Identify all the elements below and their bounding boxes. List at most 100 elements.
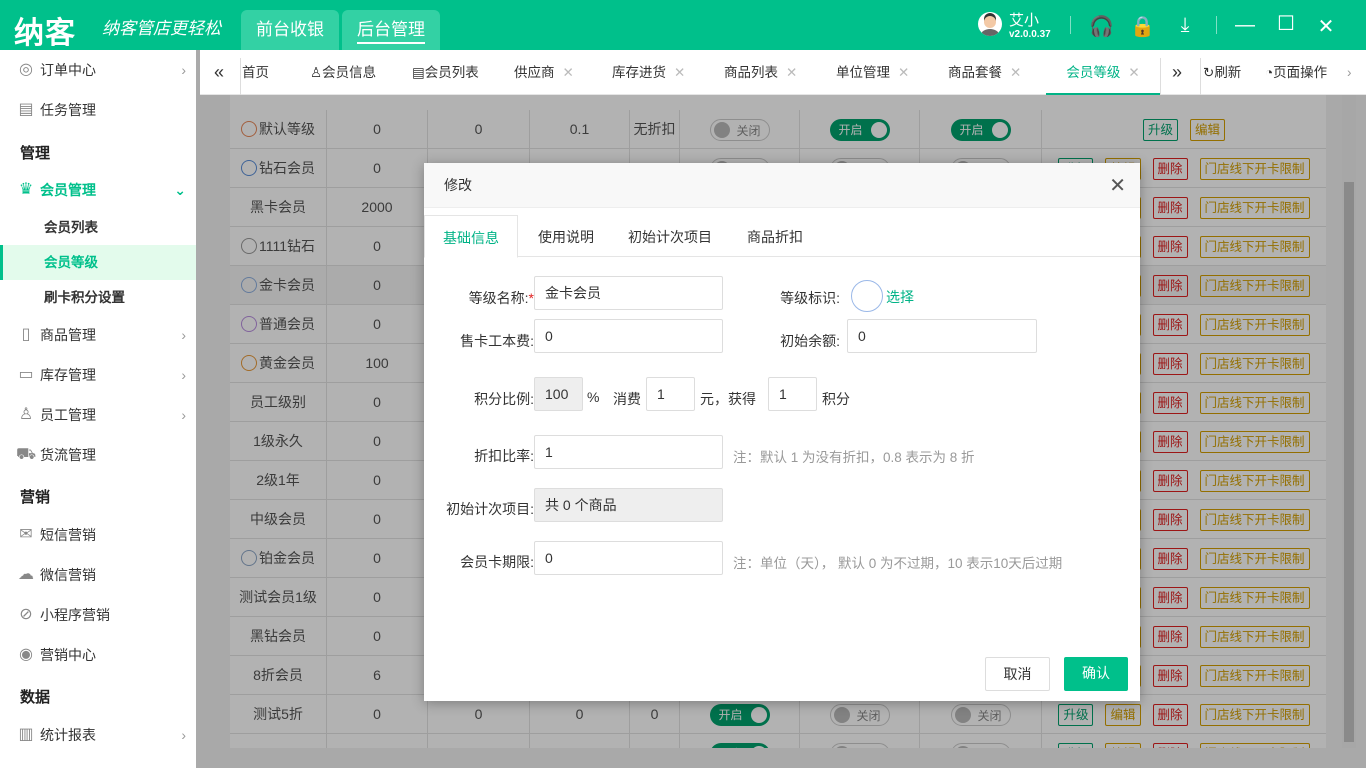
sidebar-item-wechat[interactable]: ☁ 微信营销	[0, 555, 196, 595]
level-badge-icon	[851, 280, 883, 312]
validity-input[interactable]: 0	[534, 541, 723, 575]
goods-icon: ▯	[21, 326, 31, 343]
card-fee-input[interactable]: 0	[534, 319, 723, 353]
label: 订单中心	[40, 62, 96, 78]
tab-4[interactable]: 库存进货 ✕	[612, 50, 685, 95]
close-icon[interactable]: ✕	[1109, 173, 1126, 198]
validity-label: 会员卡期限:	[460, 554, 534, 570]
sidebar-item-inventory[interactable]: ▭ 库存管理 ›	[0, 355, 196, 395]
tab-goods-discount[interactable]: 商品折扣	[747, 215, 803, 257]
page-tabs: « 首页 ♙会员信息 ▤会员列表 供应商 ✕ 库存进货 ✕ 商品列表 ✕ 单位管理 ✕ 商品套餐 ✕ 会员…	[200, 50, 1366, 95]
minimize-icon[interactable]: —	[1233, 14, 1257, 37]
refresh-button[interactable]: ↻刷新	[1203, 50, 1241, 95]
page-ops-button[interactable]: ◔页面操作	[1265, 50, 1327, 95]
spend-input[interactable]: 1	[646, 377, 695, 411]
close-icon[interactable]: ✕	[1314, 14, 1338, 39]
dialog-title: 修改	[424, 163, 1140, 208]
points-input[interactable]: 1	[768, 377, 817, 411]
label: 小程序营销	[40, 607, 110, 623]
mail-icon: ✉	[19, 526, 33, 543]
divider	[1070, 16, 1071, 34]
sidebar-item-staff[interactable]: ♙ 员工管理 ›	[0, 395, 196, 435]
list-icon: ▤	[412, 65, 425, 80]
close-tab-icon[interactable]: ✕	[674, 65, 685, 80]
tab-back-office[interactable]: 后台管理	[342, 10, 440, 50]
miniprogram-icon: ⊘	[19, 606, 33, 623]
app-header: 纳客 纳客管店更轻松 前台收银 后台管理 艾小 v2.0.0.37 🎧 🔒 ⤓ …	[0, 0, 1366, 50]
dialog-tabs: 基础信息 使用说明 初始计次项目 商品折扣	[424, 215, 1140, 258]
discount-note: 注：默认 1 为没有折扣，0.8 表示为 8 折	[733, 450, 975, 465]
level-name-label: 等级名称:*	[454, 288, 534, 308]
sidebar-item-logistics[interactable]: ⛟ 货流管理	[0, 435, 196, 475]
sidebar-item-orders[interactable]: ◎ 订单中心 ›	[0, 50, 196, 90]
tab-basic-info[interactable]: 基础信息	[424, 215, 518, 258]
init-balance-input[interactable]: 0	[847, 319, 1037, 353]
tab-label: 会员等级	[1066, 65, 1121, 80]
level-icon-label: 等级标识:	[780, 290, 840, 306]
sidebar-sub-member-list[interactable]: 会员列表	[0, 210, 196, 245]
tab-5[interactable]: 商品列表 ✕	[724, 50, 797, 95]
label: 统计报表	[40, 727, 96, 743]
count-items-label: 初始计次项目:	[446, 501, 534, 517]
yuan-get-label: 元，获得	[700, 391, 756, 407]
label: 营销中心	[40, 647, 96, 663]
tab-usage[interactable]: 使用说明	[538, 215, 594, 257]
sidebar-item-reports[interactable]: ▥ 统计报表 ›	[0, 715, 196, 755]
tab-0[interactable]: 首页	[242, 50, 269, 95]
group-marketing: 营销	[20, 489, 51, 506]
tab-3[interactable]: 供应商 ✕	[514, 50, 574, 95]
inventory-icon: ▭	[18, 366, 34, 383]
tab-1[interactable]: ♙会员信息	[310, 50, 376, 95]
target-icon: ◉	[19, 646, 33, 663]
discount-input[interactable]: 1	[534, 435, 723, 469]
sidebar-item-miniprogram[interactable]: ⊘ 小程序营销	[0, 595, 196, 635]
chevron-right-icon[interactable]: ›	[1347, 50, 1352, 95]
close-tab-icon[interactable]: ✕	[1128, 65, 1139, 80]
sidebar-item-marketing-center[interactable]: ◉ 营销中心	[0, 635, 196, 675]
confirm-button[interactable]: 确认	[1064, 657, 1128, 691]
sidebar-item-sms[interactable]: ✉ 短信营销	[0, 515, 196, 555]
tab-front-cashier[interactable]: 前台收银	[241, 10, 339, 50]
edit-level-dialog: 修改 ✕ 基础信息 使用说明 初始计次项目 商品折扣 等级名称:* 金卡会员 等…	[424, 163, 1140, 701]
user-name: 艾小	[1009, 12, 1040, 29]
choose-icon-link[interactable]: 选择	[886, 287, 914, 307]
level-name-input[interactable]: 金卡会员	[534, 276, 723, 310]
tab-8[interactable]: 会员等级 ✕	[1046, 50, 1160, 95]
sidebar-sub-card-points[interactable]: 刷卡积分设置	[0, 280, 196, 315]
divider	[1216, 16, 1217, 34]
tab-2[interactable]: ▤会员列表	[412, 50, 479, 95]
lock-icon[interactable]: 🔒	[1130, 14, 1155, 39]
download-icon[interactable]: ⤓	[1173, 14, 1197, 37]
label: 微信营销	[40, 567, 96, 583]
sidebar-item-goods[interactable]: ▯ 商品管理 ›	[0, 315, 196, 355]
tab-label: 商品列表	[724, 65, 778, 80]
tabs-scroll-right-icon[interactable]: »	[1172, 50, 1182, 95]
maximize-icon[interactable]: ☐	[1274, 11, 1298, 36]
customer-service-icon[interactable]: 🎧	[1089, 14, 1114, 39]
close-tab-icon[interactable]: ✕	[786, 65, 797, 80]
cancel-button[interactable]: 取消	[985, 657, 1050, 691]
close-tab-icon[interactable]: ✕	[563, 65, 574, 80]
tabs-scroll-left-icon[interactable]: «	[214, 50, 224, 95]
sidebar-item-member-mgmt[interactable]: ♛ 会员管理 ⌄	[0, 170, 196, 210]
task-icon: ▤	[18, 101, 34, 118]
wechat-icon: ☁	[18, 566, 34, 583]
percent-sign: %	[587, 389, 600, 405]
tab-label: 供应商	[514, 65, 555, 80]
close-tab-icon[interactable]: ✕	[898, 65, 909, 80]
tab-label: 库存进货	[612, 65, 666, 80]
tab-6[interactable]: 单位管理 ✕	[836, 50, 909, 95]
close-tab-icon[interactable]: ✕	[1010, 65, 1021, 80]
count-items-field[interactable]: 共 0 个商品	[534, 488, 723, 522]
discount-label: 折扣比率:	[474, 448, 534, 464]
user-icon: ♙	[310, 65, 323, 80]
group-manage: 管理	[20, 145, 51, 162]
sidebar-sub-member-level[interactable]: 会员等级	[0, 245, 196, 280]
chevron-right-icon: ›	[181, 407, 186, 423]
tab-7[interactable]: 商品套餐 ✕	[948, 50, 1021, 95]
sidebar-item-tasks[interactable]: ▤ 任务管理	[0, 90, 196, 130]
points-unit: 积分	[822, 391, 850, 407]
chevron-right-icon: ›	[181, 727, 186, 743]
tab-label: 单位管理	[836, 65, 890, 80]
tab-initial-count-items[interactable]: 初始计次项目	[628, 215, 712, 257]
